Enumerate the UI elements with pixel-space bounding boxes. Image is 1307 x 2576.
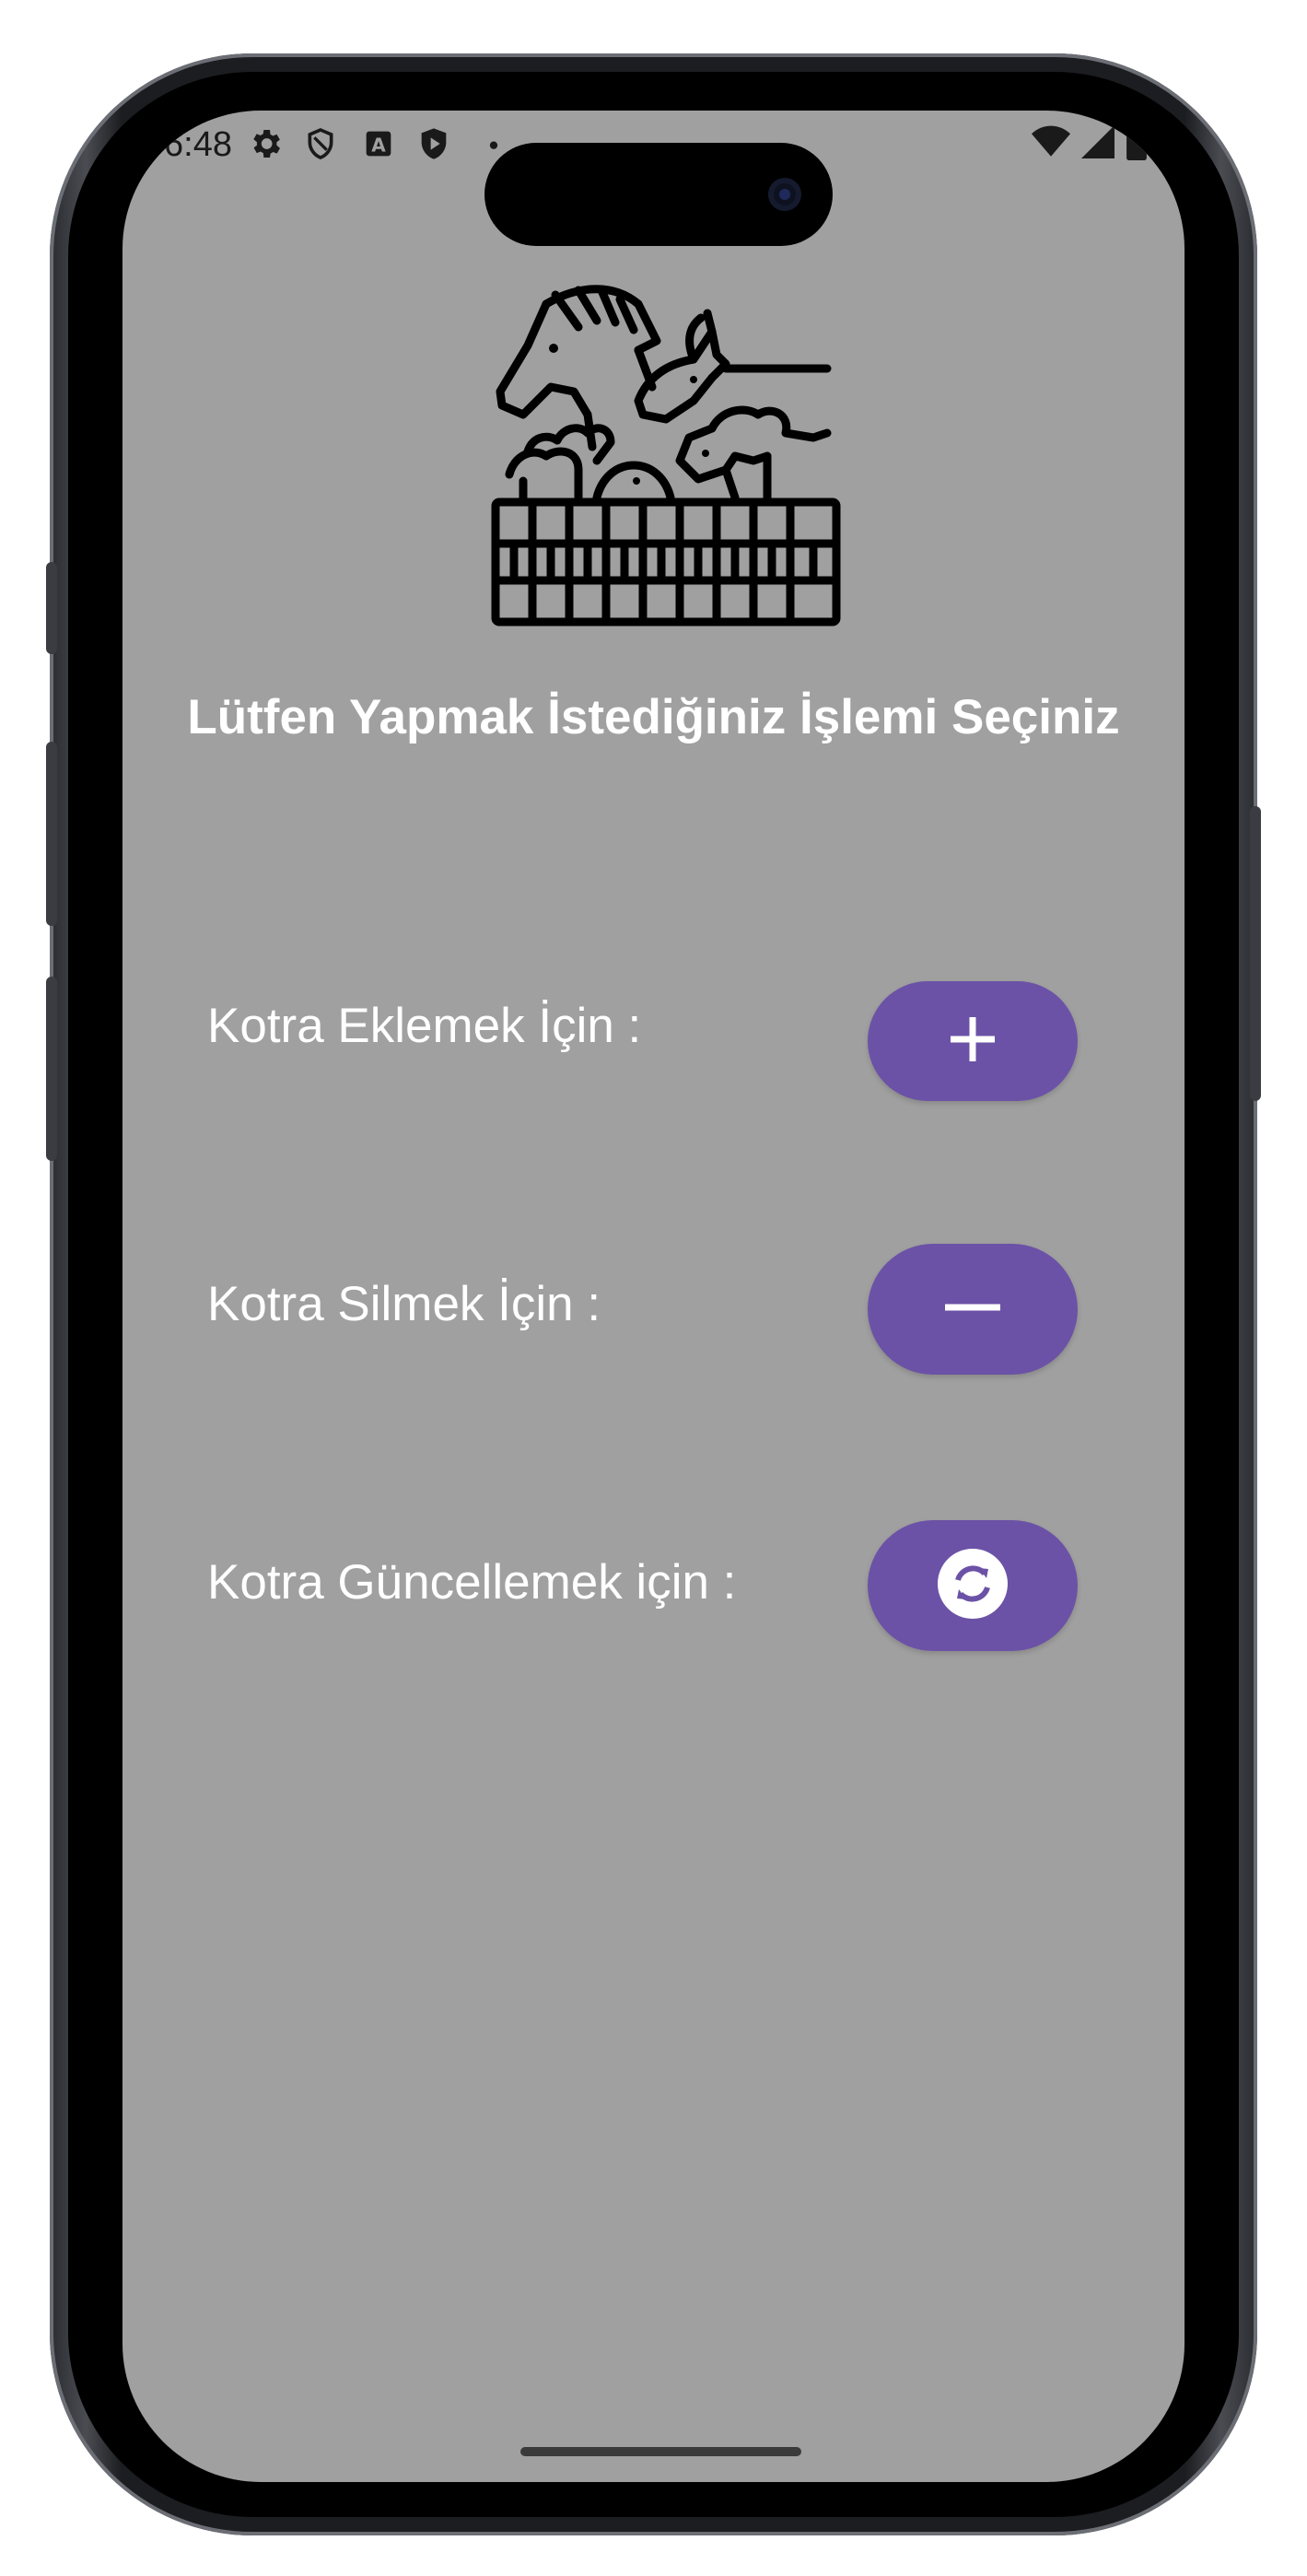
shield-outline-icon — [302, 125, 339, 162]
plus-icon — [945, 1012, 1000, 1071]
add-label: Kotra Eklemek İçin : — [207, 999, 642, 1053]
a-box-icon: A — [360, 125, 397, 162]
add-button[interactable] — [868, 981, 1078, 1101]
status-time: 6:48 — [164, 125, 232, 164]
dynamic-island — [484, 143, 833, 246]
power-button — [1250, 806, 1261, 1101]
play-shield-icon — [415, 125, 452, 162]
delete-label: Kotra Silmek İçin : — [207, 1277, 601, 1331]
update-label: Kotra Güncellemek için : — [207, 1555, 737, 1610]
volume-down-button — [46, 977, 57, 1161]
home-indicator[interactable] — [520, 2447, 801, 2456]
volume-up-button — [46, 742, 57, 926]
svg-text:A: A — [371, 134, 386, 156]
front-camera — [768, 178, 801, 211]
status-right-icons — [1032, 123, 1148, 165]
gear-icon — [247, 125, 284, 162]
minus-icon — [943, 1298, 1002, 1321]
page-title: Lütfen Yapmak İstediğiniz İşlemi Seçiniz — [187, 690, 1120, 744]
action-button — [46, 562, 57, 654]
battery-icon — [1126, 123, 1148, 165]
update-button[interactable] — [868, 1520, 1078, 1651]
sync-icon — [938, 1548, 1008, 1623]
signal-icon — [1081, 124, 1114, 163]
wifi-icon — [1032, 125, 1070, 163]
farm-animals-icon — [491, 276, 841, 626]
app-screen: 6:48 A Lütfen Yapmak İstediğiniz İşlemi … — [123, 111, 1184, 2482]
delete-button[interactable] — [868, 1244, 1078, 1375]
